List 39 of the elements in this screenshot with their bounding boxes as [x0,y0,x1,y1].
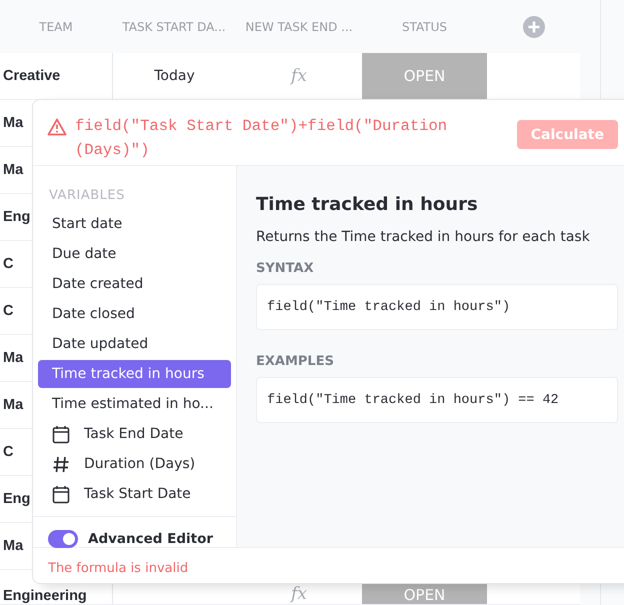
team-cell: C [3,303,14,319]
variable-item[interactable]: Task End Date [38,420,231,448]
variable-item[interactable]: Time estimated in ho... [38,390,231,418]
team-cell: Eng [3,209,30,225]
example-code: field("Time tracked in hours") == 42 [256,377,618,423]
variable-item[interactable]: Due date [38,240,231,268]
team-cell: Ma [3,350,24,366]
team-cell: Creative [3,68,60,84]
toggle-label: Advanced Editor [88,531,214,547]
team-cell: Engineering [3,588,87,604]
variable-item[interactable]: Time tracked in hours [38,360,231,388]
team-cell: Ma [3,162,24,178]
variable-item[interactable]: Date updated [38,330,231,358]
variable-item[interactable]: Start date [38,210,231,238]
team-cell: Ma [3,538,24,554]
toggle-switch[interactable] [48,530,78,548]
syntax-code: field("Time tracked in hours") [256,284,618,330]
variable-item[interactable]: Duration (Days) [38,450,231,478]
formula-icon: fx [291,66,307,86]
calendar-icon [52,484,70,504]
variables-heading: VARIABLES [48,188,126,203]
variable-item[interactable]: Task Start Date [38,480,231,508]
hash-icon [52,454,70,474]
error-message: The formula is invalid [48,561,188,576]
team-cell: C [3,444,14,460]
detail-title: Time tracked in hours [256,194,479,215]
warning-icon [47,118,67,136]
detail-description: Returns the Time tracked in hours for each task [256,228,591,247]
team-cell: C [3,256,14,272]
variable-item[interactable]: Date created [38,270,231,298]
team-cell: Ma [3,397,24,413]
syntax-label: SYNTAX [256,261,315,276]
team-cell: Ma [3,115,24,131]
calendar-icon [52,424,70,444]
formula-icon: fx [291,584,307,604]
date-cell: Today [154,68,195,84]
team-cell: Eng [3,491,30,507]
examples-label: EXAMPLES [256,354,335,369]
variable-item[interactable]: Date closed [38,300,231,328]
